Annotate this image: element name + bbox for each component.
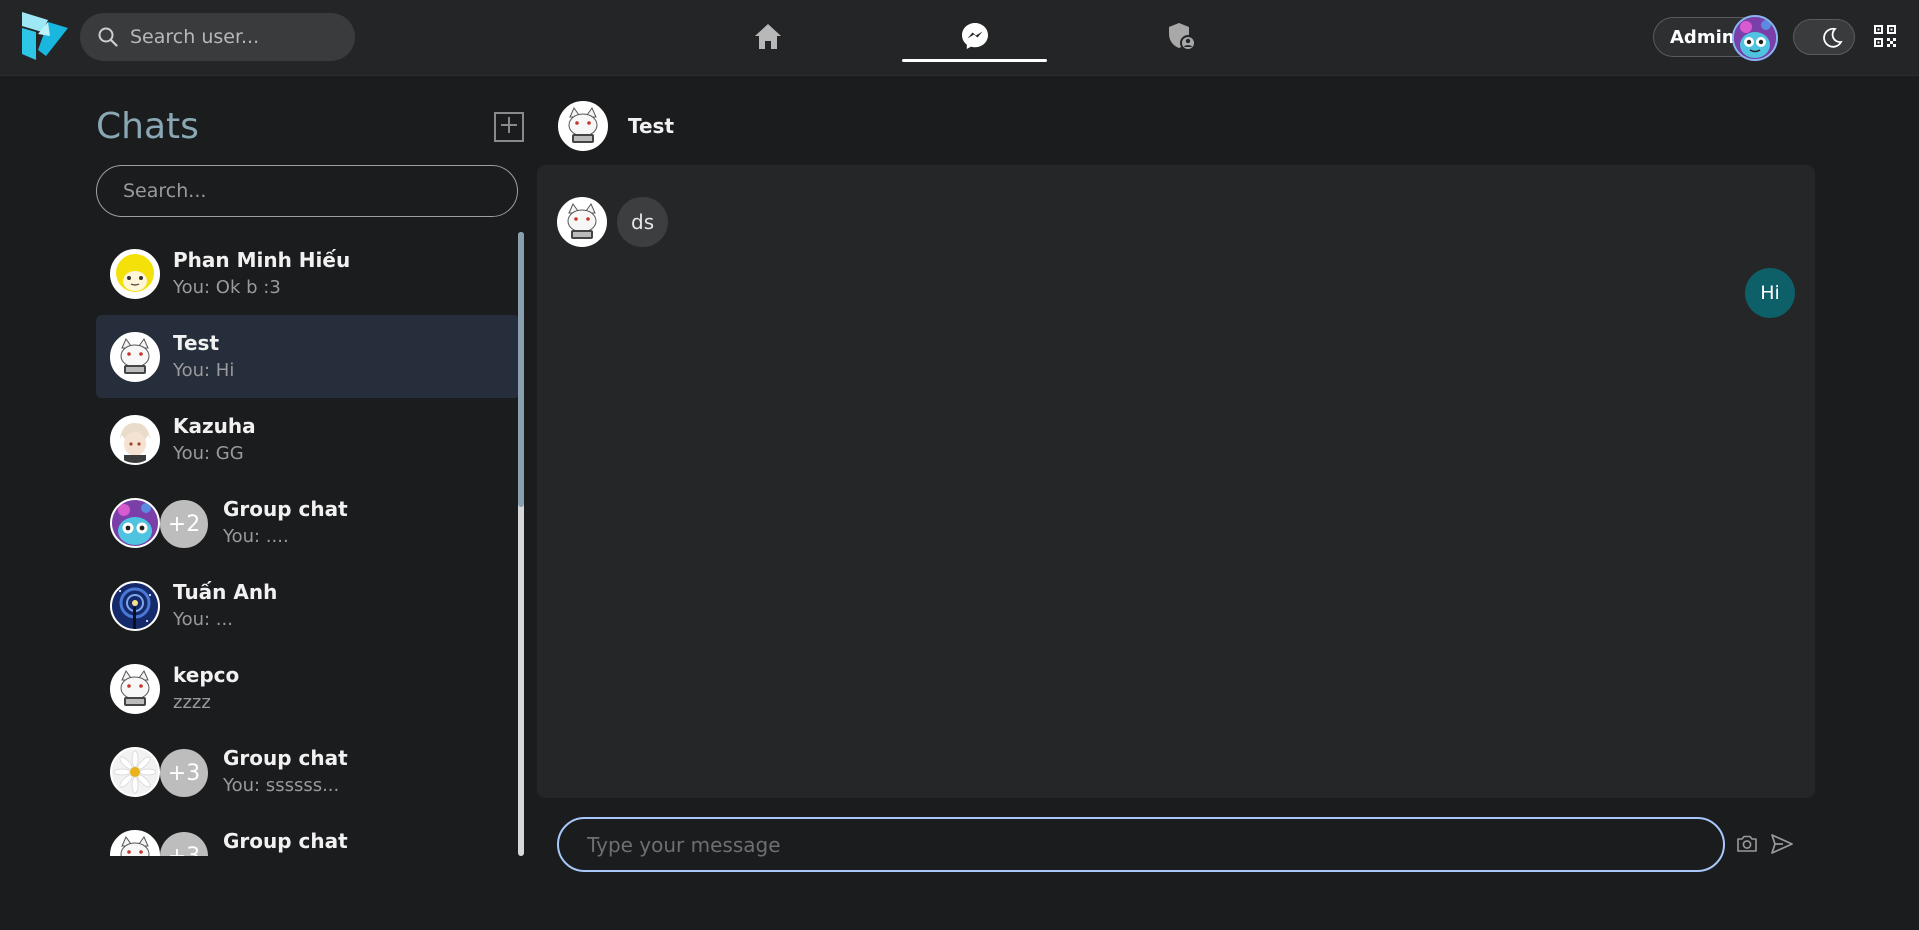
- last-message: You: ...: [173, 609, 233, 630]
- nav-tab-admin[interactable]: [1108, 0, 1253, 76]
- incoming-message-bubble: ds: [617, 197, 669, 247]
- last-message: You: Hi: [173, 360, 235, 381]
- messenger-icon: [960, 21, 990, 55]
- contact-avatar: [110, 332, 160, 382]
- top-navigation-bar: Admin: [0, 0, 1919, 76]
- contact-name: Phan Minh Hiếu: [173, 248, 351, 272]
- search-icon: [98, 26, 120, 48]
- chat-list-item[interactable]: kepco zzzz: [96, 647, 520, 730]
- nav-tab-messenger[interactable]: [902, 0, 1047, 76]
- group-avatar: [110, 498, 160, 548]
- nav-tab-home[interactable]: [695, 0, 840, 76]
- last-message: zzzz: [173, 692, 211, 713]
- last-message: You: ssssss...: [223, 775, 340, 796]
- shield-user-icon: [1166, 21, 1196, 55]
- scrollbar-thumb[interactable]: [518, 232, 524, 507]
- moon-icon: [1820, 26, 1844, 54]
- chat-list-item-group[interactable]: +3 Group chat You: ssssss...: [96, 730, 520, 813]
- conversation-title: Test: [628, 114, 675, 138]
- message-composer[interactable]: [557, 817, 1725, 872]
- contact-avatar: [110, 664, 160, 714]
- contact-name: Kazuha: [173, 414, 256, 438]
- contact-name: Group chat: [223, 829, 348, 853]
- group-avatar: [110, 747, 160, 797]
- user-search-box[interactable]: [80, 13, 355, 61]
- contact-name: Group chat: [223, 497, 348, 521]
- chats-heading: Chats: [96, 106, 199, 147]
- admin-profile-button[interactable]: Admin: [1653, 15, 1778, 61]
- theme-toggle[interactable]: [1793, 19, 1855, 55]
- sender-avatar: [557, 197, 607, 247]
- qr-code-icon[interactable]: [1873, 24, 1897, 48]
- message-input[interactable]: [587, 832, 1687, 857]
- new-chat-button[interactable]: [494, 112, 524, 142]
- last-message: You: ....: [223, 526, 289, 547]
- group-member-count: +3: [158, 830, 210, 856]
- user-search-input[interactable]: [130, 26, 330, 48]
- contact-name: Group chat: [223, 746, 348, 770]
- chat-search-box[interactable]: [96, 165, 518, 217]
- contact-name: Tuấn Anh: [173, 580, 278, 604]
- message-area: ds Hi: [537, 165, 1815, 798]
- last-message: You: GG: [173, 443, 244, 464]
- last-message: You: Ok b :3: [173, 277, 281, 298]
- group-member-count: +2: [158, 498, 210, 550]
- chat-list-item[interactable]: Tuấn Anh You: ...: [96, 564, 520, 647]
- app-logo[interactable]: [20, 10, 70, 62]
- chat-list-item-group[interactable]: +2 Group chat You: ....: [96, 481, 520, 564]
- chat-list: Phan Minh Hiếu You: Ok b :3 Test You: Hi…: [96, 232, 520, 856]
- conversation-avatar[interactable]: [558, 101, 608, 151]
- chat-list-scrollbar[interactable]: [518, 232, 524, 856]
- send-icon[interactable]: [1769, 831, 1795, 857]
- chat-search-input[interactable]: [123, 180, 503, 202]
- outgoing-message-bubble: Hi: [1745, 268, 1795, 318]
- group-member-count: +3: [158, 747, 210, 799]
- chat-list-item[interactable]: Phan Minh Hiếu You: Ok b :3: [96, 232, 520, 315]
- home-icon: [753, 22, 783, 54]
- contact-avatar: [110, 581, 160, 631]
- contact-name: Test: [173, 331, 220, 355]
- plus-icon: [499, 115, 519, 139]
- contact-name: kepco: [173, 663, 240, 687]
- group-avatar: [110, 830, 160, 856]
- chat-list-item[interactable]: Kazuha You: GG: [96, 398, 520, 481]
- chat-list-item-group[interactable]: +3 Group chat: [96, 813, 520, 856]
- camera-icon[interactable]: [1735, 832, 1759, 856]
- contact-avatar: [110, 249, 160, 299]
- admin-avatar: [1732, 15, 1778, 61]
- admin-name: Admin: [1670, 27, 1735, 48]
- contact-avatar: [110, 415, 160, 465]
- chat-list-item-active[interactable]: Test You: Hi: [96, 315, 520, 398]
